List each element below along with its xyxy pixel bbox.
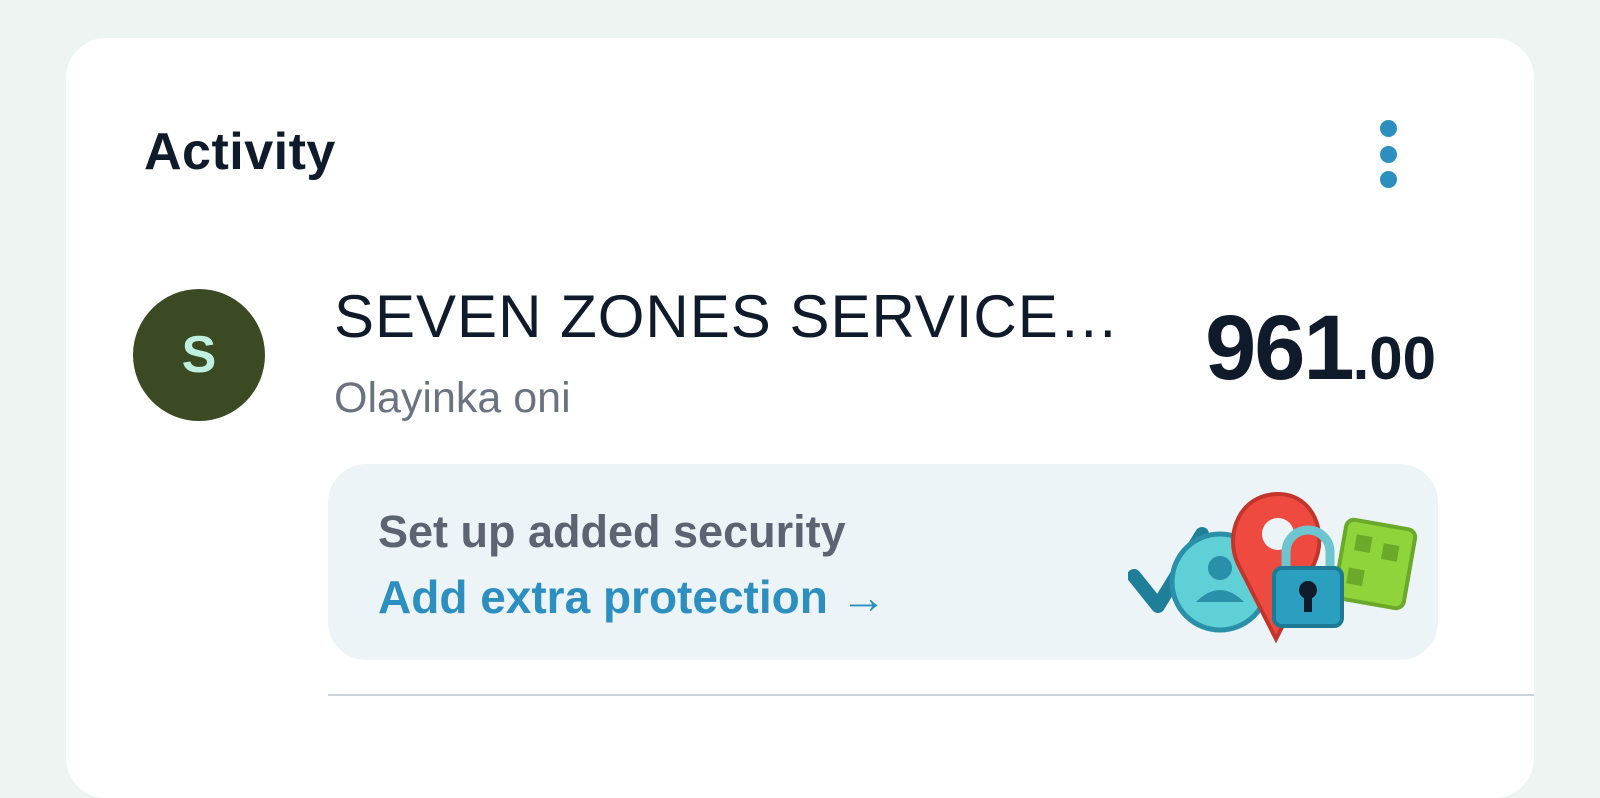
- security-promo-banner[interactable]: Set up added security Add extra protecti…: [328, 464, 1438, 660]
- more-options-button[interactable]: [1358, 116, 1418, 192]
- more-vertical-icon-dot: [1379, 145, 1397, 163]
- security-illustration: [1128, 491, 1418, 644]
- page-title: Activity: [144, 123, 336, 181]
- promo-title: Set up added security: [378, 506, 846, 557]
- amount-whole: 961: [1205, 297, 1354, 399]
- transaction-amount: 961.00: [1176, 296, 1436, 401]
- add-protection-link[interactable]: Add extra protection →: [378, 570, 887, 624]
- qr-code-icon: [1332, 517, 1418, 611]
- payer-name: Olayinka oni: [334, 374, 571, 422]
- more-vertical-icon: [1379, 120, 1397, 137]
- more-vertical-icon-dot: [1379, 171, 1397, 188]
- divider: [328, 694, 1534, 696]
- merchant-name: SEVEN ZONES SERVICE…: [334, 283, 1120, 350]
- amount-decimal: .00: [1352, 325, 1436, 392]
- avatar: S: [133, 289, 265, 421]
- activity-card: Activity S SEVEN ZONES SERVICE… Olayinka…: [66, 38, 1534, 798]
